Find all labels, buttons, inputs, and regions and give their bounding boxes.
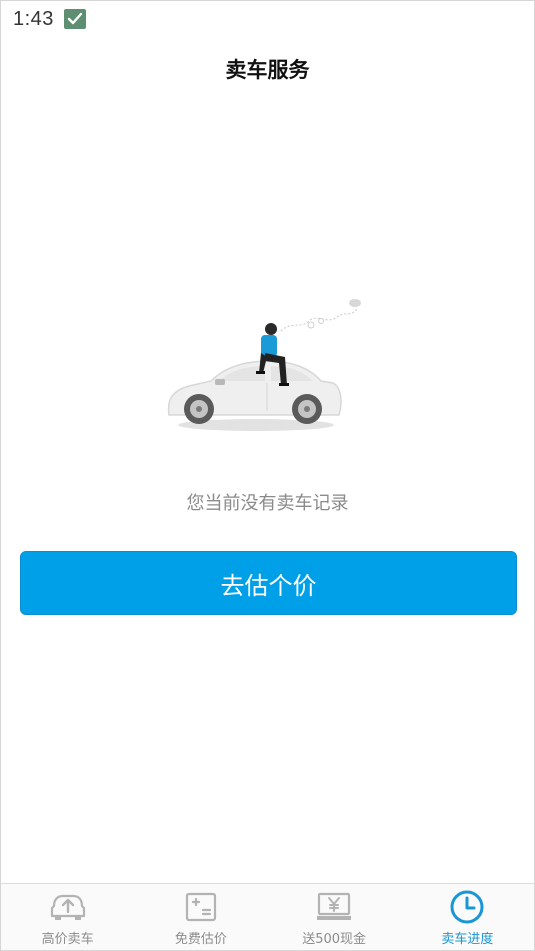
tab-cash-reward[interactable]: 送500现金 [268, 884, 401, 950]
car-upload-icon [49, 890, 87, 924]
tab-label: 卖车进度 [441, 932, 494, 947]
tab-sell-car[interactable]: 高价卖车 [1, 884, 134, 950]
tab-label: 送500现金 [302, 932, 367, 947]
tab-label: 免费估价 [174, 932, 227, 947]
empty-state-message: 您当前没有卖车记录 [186, 493, 349, 514]
status-time: 1:43 [13, 7, 54, 30]
tab-sell-progress[interactable]: 卖车进度 [401, 884, 534, 950]
tab-free-estimate[interactable]: 免费估价 [134, 884, 267, 950]
man-sitting-on-car-illustration [161, 291, 381, 441]
title-bar: 卖车服务 [1, 47, 534, 91]
calculator-icon [182, 890, 220, 924]
tab-label: 高价卖车 [41, 932, 94, 947]
estimate-price-button[interactable]: 去估个价 [20, 551, 517, 615]
page-title: 卖车服务 [225, 58, 310, 82]
status-bar: 1:43 [1, 1, 534, 37]
yen-cash-icon [315, 890, 353, 924]
app-screen: 1:43 卖车服务 您当前没有卖车记录 去估个价 高价卖车 免费估价 送500现… [0, 0, 535, 951]
clock-icon [448, 890, 486, 924]
checkmark-app-icon [63, 9, 86, 29]
bottom-tab-bar: 高价卖车 免费估价 送500现金 卖车进度 [1, 883, 534, 950]
